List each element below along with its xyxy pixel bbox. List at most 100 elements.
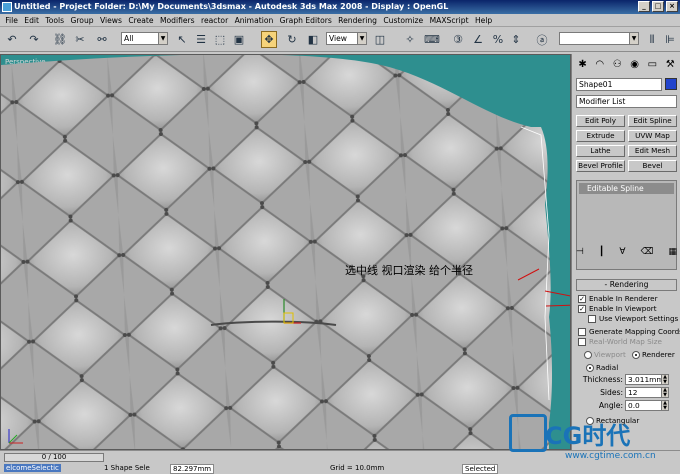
edit-mesh-button[interactable]: Edit Mesh (628, 145, 677, 157)
selection-count: 1 Shape Sele (104, 464, 150, 472)
edit-spline-button[interactable]: Edit Spline (628, 115, 677, 127)
mirror-icon[interactable]: ⫴ (644, 31, 660, 48)
spinner-arrows-icon[interactable]: ▲ ▼ (661, 388, 668, 397)
renderer-radio[interactable]: Renderer (632, 350, 675, 359)
utilities-tab-icon[interactable]: ⚒ (666, 59, 675, 70)
modify-tab-icon[interactable]: ◠ (595, 59, 604, 70)
motion-tab-icon[interactable]: ◉ (630, 59, 639, 70)
tufted-cushion-mesh (1, 55, 570, 449)
real-world-map-size-checkbox[interactable]: Real-World Map Size (578, 337, 662, 346)
maxscript-listener[interactable]: elcomeSelectic (4, 464, 61, 472)
object-color-swatch[interactable] (665, 78, 677, 90)
bevel-button[interactable]: Bevel (628, 160, 677, 172)
select-by-name-icon[interactable]: ☰ (193, 31, 209, 48)
remove-modifier-icon[interactable]: ⌫ (641, 247, 654, 261)
object-name-field[interactable]: Shape01 (576, 78, 662, 91)
chevron-down-icon: ▼ (158, 33, 167, 44)
select-and-link-icon[interactable]: ⛓ (52, 31, 68, 48)
pin-stack-icon[interactable]: ⊣ (576, 247, 584, 261)
window-crossing-icon[interactable]: ▣ (231, 31, 247, 48)
edit-named-selection-icon[interactable]: ⓐ (534, 31, 550, 48)
undo-icon[interactable]: ↶ (4, 31, 20, 48)
stack-controls: ⊣ ┃ ∀ ⌫ ▦ (576, 247, 677, 261)
spinner-snap-icon[interactable]: ⇕ (508, 31, 524, 48)
annotation-text: 选中线 视口渲染 给个半径 (345, 264, 473, 277)
select-and-rotate-icon[interactable]: ↻ (284, 31, 300, 48)
menu-item-help[interactable]: Help (472, 16, 496, 25)
unlink-selection-icon[interactable]: ✂ (72, 31, 88, 48)
perspective-viewport[interactable]: Perspective 选中线 视口渲染 给个半径 (0, 54, 571, 450)
menu-item-graph-editors[interactable]: Graph Editors (276, 16, 335, 25)
angle-snap-icon[interactable]: ∠ (470, 31, 486, 48)
thickness-spinner[interactable]: 3.011mm ▲ ▼ (625, 374, 669, 385)
select-and-move-icon[interactable]: ✥ (261, 31, 277, 48)
menu-item-animation[interactable]: Animation (231, 16, 276, 25)
thickness-label: Thickness: (582, 375, 623, 384)
maximize-button[interactable]: □ (652, 1, 664, 12)
modifier-list-dropdown[interactable]: Modifier List (576, 95, 677, 108)
rectangular-selection-icon[interactable]: ⬚ (212, 31, 228, 48)
snaps-toggle-icon[interactable]: ③ (450, 31, 466, 48)
generate-mapping-coords-checkbox[interactable]: Generate Mapping Coords. (578, 327, 680, 336)
make-unique-icon[interactable]: ∀ (619, 247, 625, 261)
radial-radio[interactable]: Radial (586, 363, 618, 372)
lathe-button[interactable]: Lathe (576, 145, 625, 157)
pivot-center-icon[interactable]: ◫ (372, 31, 388, 48)
checkbox-icon: ✓ (578, 304, 586, 313)
enable-in-viewport-checkbox[interactable]: ✓ Enable In Viewport (578, 304, 657, 313)
configure-modifier-sets-icon[interactable]: ▦ (668, 247, 677, 261)
select-and-manipulate-icon[interactable]: ✧ (402, 31, 418, 48)
key-filter-dropdown[interactable]: Selected (462, 464, 499, 474)
sides-spinner[interactable]: 12 ▲ ▼ (625, 387, 669, 398)
minimize-button[interactable]: _ (638, 1, 650, 12)
menu-item-tools[interactable]: Tools (42, 16, 67, 25)
named-selection-dropdown[interactable]: ▼ (559, 32, 639, 45)
menu-item-create[interactable]: Create (125, 16, 157, 25)
viewport-radio[interactable]: Viewport (584, 350, 626, 359)
spinner-arrows-icon[interactable]: ▲ ▼ (661, 375, 668, 384)
checkbox-icon (588, 314, 596, 323)
keyboard-shortcut-override-icon[interactable]: ⌨ (424, 31, 440, 48)
percent-snap-icon[interactable]: % (490, 31, 506, 48)
close-button[interactable]: × (666, 1, 678, 12)
show-end-result-icon[interactable]: ┃ (599, 247, 604, 261)
stack-item-editable-spline[interactable]: Editable Spline (579, 183, 674, 194)
use-viewport-settings-checkbox[interactable]: Use Viewport Settings (588, 314, 678, 323)
extrude-button[interactable]: Extrude (576, 130, 625, 142)
menu-item-group[interactable]: Group (67, 16, 97, 25)
menu-item-rendering[interactable]: Rendering (335, 16, 380, 25)
select-object-icon[interactable]: ↖ (174, 31, 190, 48)
selection-filter-dropdown[interactable]: All ▼ (121, 32, 168, 45)
bind-to-space-warp-icon[interactable]: ⚯ (94, 31, 110, 48)
sides-label: Sides: (600, 388, 623, 397)
enable-in-renderer-checkbox[interactable]: ✓ Enable In Renderer (578, 294, 658, 303)
menu-item-customize[interactable]: Customize (380, 16, 426, 25)
reference-coordinate-dropdown[interactable]: View ▼ (326, 32, 367, 45)
uvw-map-button[interactable]: UVW Map (628, 130, 677, 142)
command-panel: ✱ ◠ ⚇ ◉ ▭ ⚒ Shape01 Modifier List Edit P… (571, 54, 680, 450)
hierarchy-tab-icon[interactable]: ⚇ (613, 59, 622, 70)
app-icon[interactable] (2, 2, 12, 12)
menu-item-edit[interactable]: Edit (21, 16, 42, 25)
checkbox-icon (578, 327, 586, 336)
bevel-profile-button[interactable]: Bevel Profile (576, 160, 625, 172)
create-tab-icon[interactable]: ✱ (578, 59, 586, 70)
time-slider[interactable]: 0 / 100 (4, 453, 104, 462)
menu-item-views[interactable]: Views (97, 16, 125, 25)
select-and-scale-icon[interactable]: ◧ (305, 31, 321, 48)
watermark-brand: CG时代 (545, 422, 631, 450)
rendering-rollout-header[interactable]: - Rendering (576, 279, 677, 291)
display-tab-icon[interactable]: ▭ (648, 59, 657, 70)
redo-icon[interactable]: ↷ (26, 31, 42, 48)
align-icon[interactable]: ⊫ (662, 31, 678, 48)
main-toolbar: ↶ ↷ ⛓ ✂ ⚯ All ▼ ↖ ☰ ⬚ ▣ ✥ ↻ ◧ View ▼ ◫ ✧… (0, 28, 680, 52)
edit-poly-button[interactable]: Edit Poly (576, 115, 625, 127)
checkbox-icon: ✓ (578, 294, 586, 303)
menu-item-file[interactable]: File (2, 16, 21, 25)
menu-item-reactor[interactable]: reactor (198, 16, 232, 25)
menu-item-maxscript[interactable]: MAXScript (426, 16, 471, 25)
menu-item-modifiers[interactable]: Modifiers (157, 16, 198, 25)
x-coordinate-field[interactable]: 82.297mm (170, 464, 215, 474)
cgtime-watermark: CG时代 www.cgtime.com.cn (505, 408, 680, 472)
window-controls: _ □ × (638, 1, 678, 12)
